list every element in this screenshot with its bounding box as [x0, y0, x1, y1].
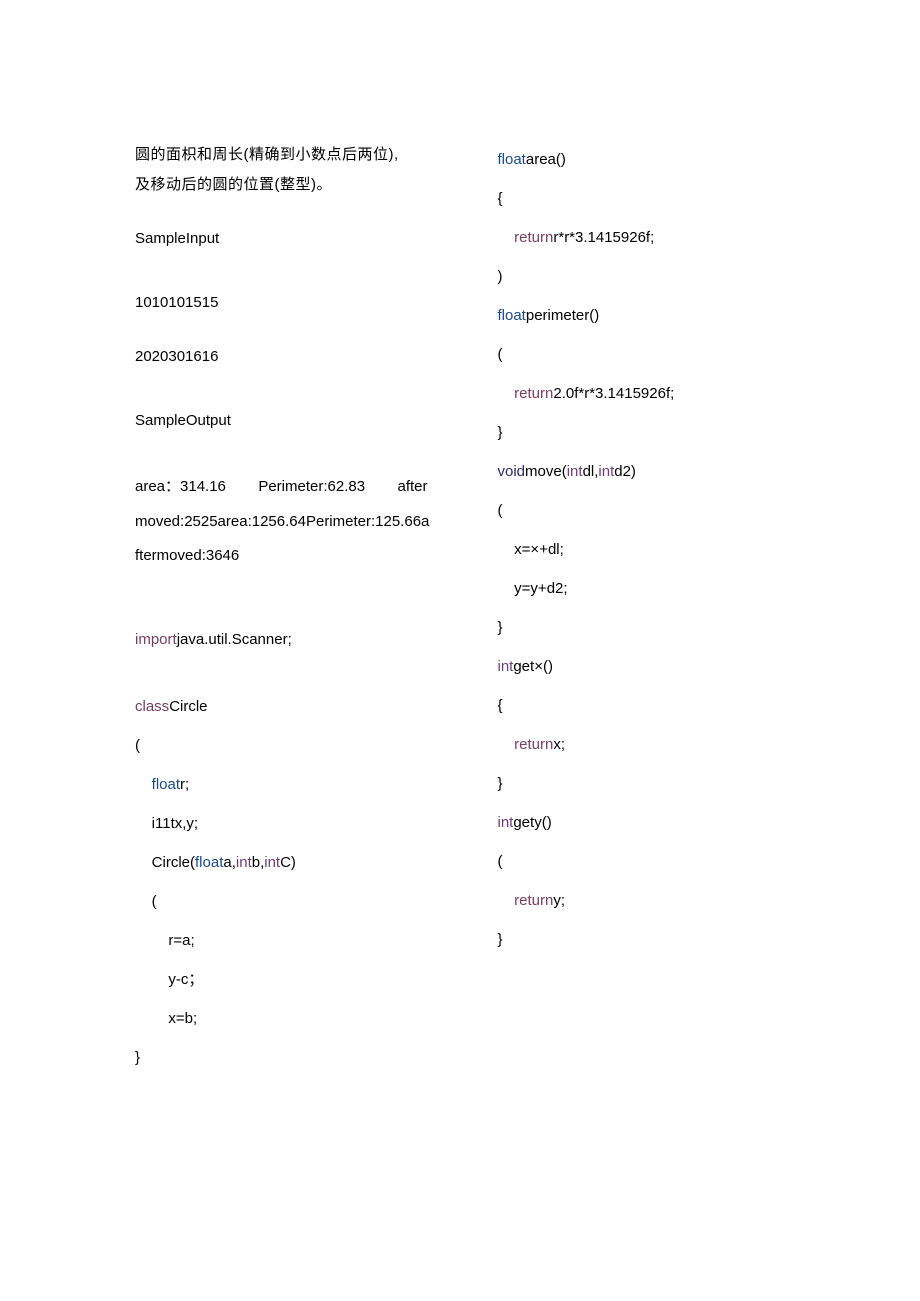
gety-int: int — [498, 814, 514, 831]
field-r: floatr; — [135, 765, 428, 804]
class-name: Circle — [169, 698, 207, 715]
r-decl: r; — [180, 776, 189, 793]
class-keyword: class — [135, 698, 169, 715]
ctor-body-1: r=a; — [135, 921, 428, 960]
area-name: area() — [526, 151, 566, 168]
move-sig: voidmove(intdl,intd2) — [498, 452, 791, 491]
gety-name: gety() — [513, 814, 551, 831]
move-open: ( — [498, 491, 791, 530]
getx-ret-kw: return — [514, 736, 553, 753]
ctor-open-brace: ( — [152, 893, 157, 910]
ctor-l3: x=b; — [168, 1010, 197, 1027]
perim-open: ( — [498, 335, 791, 374]
out1a: area：314.16 — [135, 470, 226, 505]
ctor-open: ( — [135, 882, 428, 921]
ctor-b: b, — [252, 854, 265, 871]
gety-return: returny; — [498, 881, 791, 920]
import-line: importjava.util.Scanner; — [135, 620, 428, 659]
gety-ret-expr: y; — [553, 892, 565, 909]
sample-output-label: SampleOutput — [135, 406, 428, 436]
getx-ret-expr: x; — [553, 736, 565, 753]
gety-close: } — [498, 920, 791, 959]
ctor-int1: int — [236, 854, 252, 871]
move-int1: int — [567, 463, 583, 480]
class-decl: classCircle — [135, 687, 428, 726]
perim-close: } — [498, 413, 791, 452]
getx-name: get×() — [513, 658, 553, 675]
ctor-l1: r=a; — [168, 932, 194, 949]
move-int2: int — [598, 463, 614, 480]
output-line-1: area：314.16 Perimeter:62.83 after — [135, 470, 428, 505]
field-xy: i11tx,y; — [135, 804, 428, 843]
description: 圆的面枳和周长(精确到小数点后两位), 及移动后的圆的位置(整型)。 — [135, 140, 428, 200]
move-close: } — [498, 608, 791, 647]
ctor-body-2: y-c； — [135, 960, 428, 999]
document-page: 圆的面枳和周长(精确到小数点后两位), 及移动后的圆的位置(整型)。 Sampl… — [135, 140, 790, 1100]
class-open: ( — [135, 726, 428, 765]
area-float: float — [498, 151, 526, 168]
gety-sig: intgety() — [498, 803, 791, 842]
ctor-sig: Circle(floata,intb,intC) — [135, 843, 428, 882]
out1c: after — [397, 470, 427, 505]
desc-line-1: 圆的面枳和周长(精确到小数点后两位), — [135, 140, 428, 170]
area-open: { — [498, 179, 791, 218]
out1b: Perimeter:62.83 — [258, 470, 365, 505]
sample-input-2: 2020301616 — [135, 342, 428, 372]
float-keyword: float — [152, 776, 180, 793]
perim-ret-expr: 2.0f*r*3.1415926f; — [553, 385, 674, 402]
desc-line-2: 及移动后的圆的位置(整型)。 — [135, 170, 428, 200]
area-return: returnr*r*3.1415926f; — [498, 218, 791, 257]
ctor-body-3: x=b; — [135, 999, 428, 1038]
perim-ret-kw: return — [514, 385, 553, 402]
move-void: void — [498, 463, 526, 480]
getx-close: } — [498, 764, 791, 803]
move-l1: x=×+dl; — [514, 541, 564, 558]
area-sig: floatarea() — [498, 140, 791, 179]
perim-sig: floatperimeter() — [498, 296, 791, 335]
move-body-2: y=y+d2; — [498, 569, 791, 608]
getx-sig: intget×() — [498, 647, 791, 686]
gety-open: ( — [498, 842, 791, 881]
ctor-int2: int — [264, 854, 280, 871]
getx-return: returnx; — [498, 725, 791, 764]
int-decl: i11tx,y; — [152, 815, 198, 832]
perim-name: perimeter() — [526, 307, 599, 324]
sample-input-1: 1010101515 — [135, 288, 428, 318]
ctor-c: C) — [280, 854, 296, 871]
move-l2: y=y+d2; — [514, 580, 567, 597]
ctor-close: } — [135, 1038, 428, 1077]
move-p2: d2) — [614, 463, 636, 480]
move-p1: dl, — [583, 463, 599, 480]
ctor-l2: y-c； — [168, 971, 203, 988]
ctor-a: a, — [223, 854, 236, 871]
perim-float: float — [498, 307, 526, 324]
import-rest: java.util.Scanner; — [177, 631, 292, 648]
area-ret-expr: r*r*3.1415926f; — [553, 229, 654, 246]
getx-int: int — [498, 658, 514, 675]
getx-open: { — [498, 686, 791, 725]
sample-output-block: area：314.16 Perimeter:62.83 after moved:… — [135, 470, 428, 574]
perim-return: return2.0f*r*3.1415926f; — [498, 374, 791, 413]
sample-input-label: SampleInput — [135, 224, 428, 254]
ctor-name: Circle( — [152, 854, 195, 871]
move-name: move( — [525, 463, 567, 480]
gety-ret-kw: return — [514, 892, 553, 909]
import-keyword: import — [135, 631, 177, 648]
move-body-1: x=×+dl; — [498, 530, 791, 569]
output-line-2: moved:2525area:1256.64Perimeter:125.66a — [135, 505, 428, 540]
output-line-3: ftermoved:3646 — [135, 539, 428, 574]
area-close: ) — [498, 257, 791, 296]
area-ret-kw: return — [514, 229, 553, 246]
ctor-float: float — [195, 854, 223, 871]
